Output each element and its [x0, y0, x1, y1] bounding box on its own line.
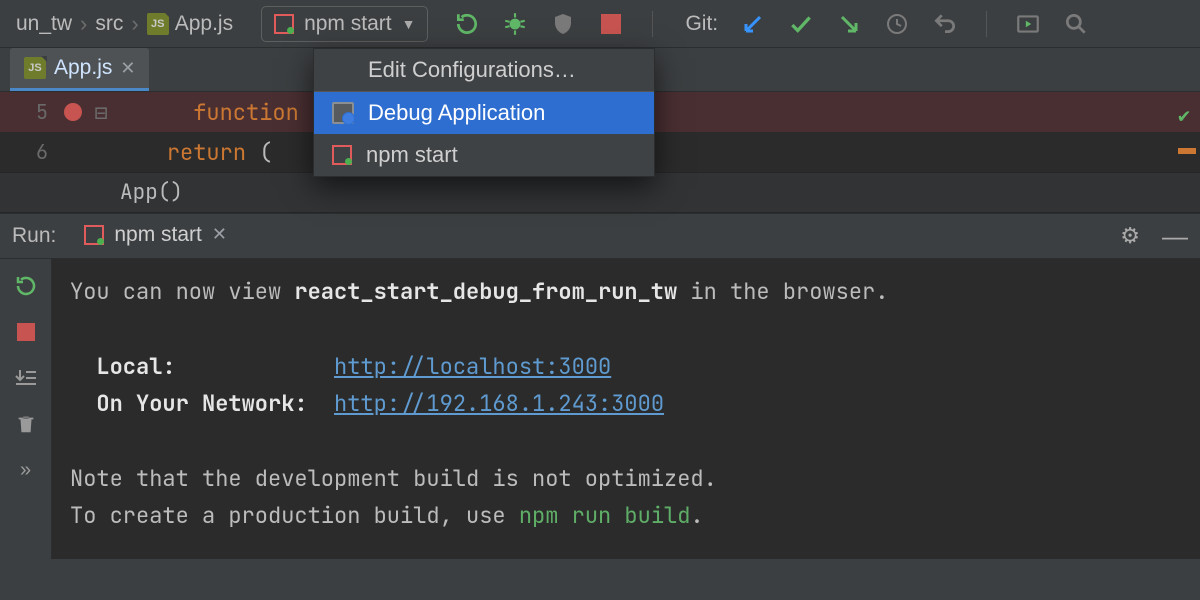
- run-tool-window-header: Run: npm start ✕ ⚙ —: [0, 213, 1200, 259]
- menu-edit-configurations[interactable]: Edit Configurations…: [314, 49, 654, 91]
- stop-icon[interactable]: [13, 319, 39, 345]
- console-text: .: [690, 501, 703, 530]
- run-tab-npm-start[interactable]: npm start ✕: [74, 217, 237, 256]
- console-note: Note that the development build is not o…: [70, 460, 1182, 497]
- chevron-down-icon: ▼: [402, 16, 416, 32]
- paren: (: [259, 138, 272, 167]
- separator: [652, 11, 653, 37]
- history-icon[interactable]: [884, 11, 910, 37]
- scroll-to-end-icon[interactable]: [13, 365, 39, 391]
- trash-icon[interactable]: [13, 411, 39, 437]
- rerun-icon[interactable]: [13, 273, 39, 299]
- run-config-dropdown[interactable]: npm start ▼: [261, 6, 428, 42]
- breakpoint-icon[interactable]: [64, 103, 82, 121]
- gear-icon[interactable]: ⚙: [1120, 223, 1140, 249]
- close-icon[interactable]: ✕: [212, 224, 227, 245]
- push-icon[interactable]: [836, 11, 862, 37]
- inspection-ok-icon[interactable]: ✔: [1178, 102, 1190, 128]
- browser-debug-icon: [332, 102, 354, 124]
- console-text: in the browser.: [677, 277, 888, 306]
- run-anything-icon[interactable]: [1015, 11, 1041, 37]
- run-tool-window: » You can now view react_start_debug_fro…: [0, 259, 1200, 559]
- keyword-function: function: [193, 98, 299, 127]
- console-local-label: Local:: [96, 352, 175, 381]
- commit-icon[interactable]: [788, 11, 814, 37]
- breadcrumb-folder: src: [95, 12, 123, 36]
- console-cmd: npm run build: [519, 501, 691, 530]
- menu-label: npm start: [366, 142, 458, 168]
- console-output[interactable]: You can now view react_start_debug_from_…: [52, 259, 1200, 559]
- breadcrumb-file: App.js: [175, 12, 233, 36]
- line-number: 5: [0, 99, 58, 125]
- sticky-context: App(): [0, 172, 1200, 213]
- chevron-right-icon: ›: [129, 11, 140, 37]
- run-tab-label: npm start: [114, 223, 202, 247]
- menu-label: Debug Application: [368, 100, 545, 126]
- npm-icon: [332, 145, 352, 165]
- search-icon[interactable]: [1063, 11, 1089, 37]
- tab-label: App.js: [54, 56, 112, 80]
- context-label: App(): [120, 179, 183, 206]
- git-label: Git:: [685, 12, 718, 36]
- separator: [986, 11, 987, 37]
- chevron-right-icon: ›: [78, 11, 89, 37]
- npm-icon: [274, 14, 294, 34]
- run-config-menu: Edit Configurations… Debug Application n…: [313, 48, 655, 177]
- console-local-url[interactable]: http://localhost:3000: [334, 352, 611, 381]
- update-project-icon[interactable]: [740, 11, 766, 37]
- breadcrumb[interactable]: un_tw › src › App.js: [8, 11, 241, 37]
- debug-icon[interactable]: [502, 11, 528, 37]
- menu-debug-application[interactable]: Debug Application: [314, 92, 654, 134]
- more-icon[interactable]: »: [13, 457, 39, 483]
- hide-icon[interactable]: —: [1162, 221, 1188, 252]
- npm-icon: [84, 225, 104, 245]
- rerun-icon[interactable]: [454, 11, 480, 37]
- console-text: You can now view: [70, 277, 294, 306]
- console-network-url[interactable]: http://192.168.1.243:3000: [334, 389, 664, 418]
- menu-label: Edit Configurations…: [368, 57, 576, 83]
- menu-npm-start[interactable]: npm start: [314, 134, 654, 176]
- console-text: To create a production build, use: [70, 501, 519, 530]
- line-number: 6: [0, 139, 58, 165]
- top-toolbar: un_tw › src › App.js npm start ▼ Git:: [0, 0, 1200, 48]
- undo-icon[interactable]: [932, 11, 958, 37]
- breadcrumb-project: un_tw: [16, 12, 72, 36]
- keyword-return: return: [167, 138, 246, 167]
- console-network-label: On Your Network:: [96, 389, 307, 418]
- coverage-icon[interactable]: [550, 11, 576, 37]
- run-toolbar: »: [0, 259, 52, 559]
- marker-warning-icon[interactable]: [1178, 148, 1196, 154]
- run-config-label: npm start: [304, 12, 392, 36]
- toolbar-actions: Git:: [454, 11, 1089, 37]
- console-project-name: react_start_debug_from_run_tw: [294, 277, 677, 306]
- run-title: Run:: [12, 224, 56, 248]
- js-file-icon: [147, 13, 169, 35]
- stop-icon[interactable]: [598, 11, 624, 37]
- fold-icon[interactable]: ⊟: [88, 98, 114, 127]
- js-file-icon: [24, 57, 46, 79]
